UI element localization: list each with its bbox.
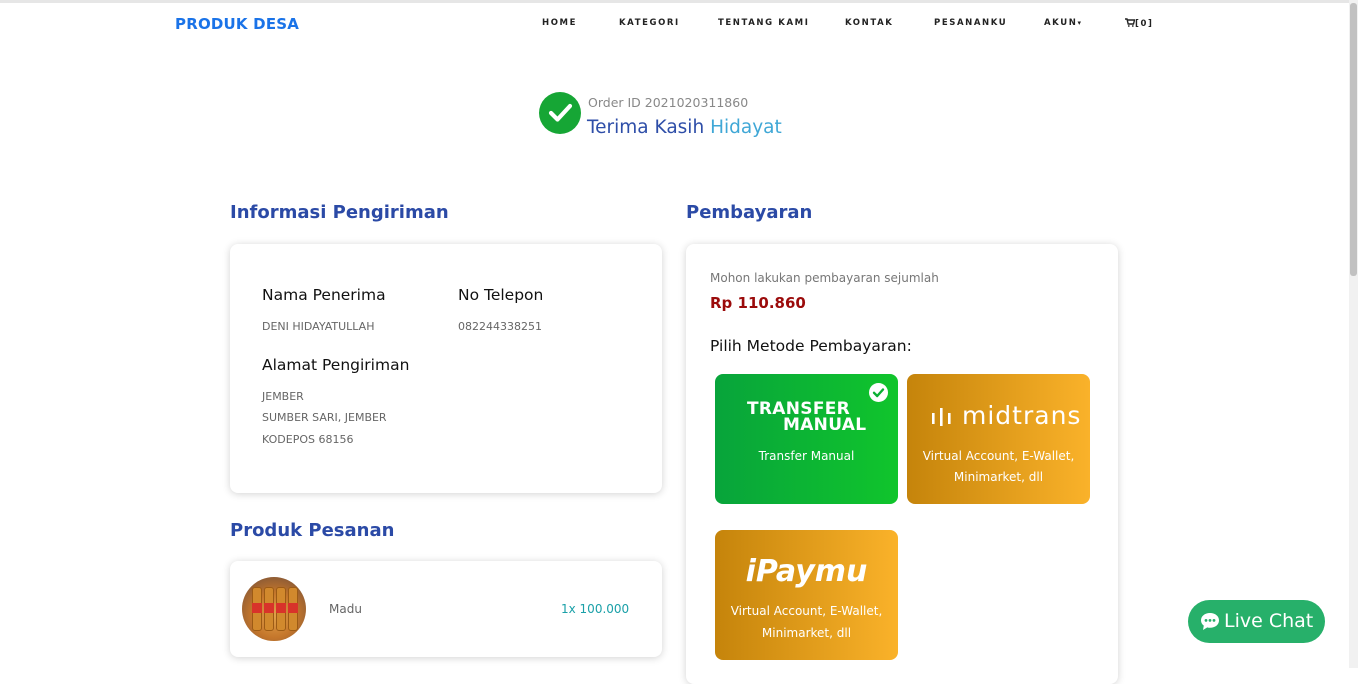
scrollbar[interactable] [1349, 0, 1358, 668]
caret-down-icon: ▾ [1077, 19, 1083, 27]
main-nav: HOME KATEGORI TENTANG KAMI KONTAK PESANA… [0, 18, 1358, 30]
method-desc: Minimarket, dll [761, 626, 852, 640]
midtrans-bars-icon [932, 408, 951, 426]
nav-cart[interactable]: [0] [1125, 18, 1153, 29]
method-desc: Virtual Account, E-Wallet, [730, 604, 883, 618]
scrollbar-thumb[interactable] [1350, 3, 1357, 276]
cart-icon [1125, 18, 1136, 27]
cart-count: [0] [1135, 19, 1154, 29]
order-id: Order ID 2021020311860 [588, 95, 749, 110]
method-desc: Minimarket, dll [953, 470, 1044, 484]
nav-akun[interactable]: AKUN▾ [1044, 18, 1083, 28]
address-line: JEMBER [262, 390, 304, 403]
live-chat-label: Live Chat [1224, 610, 1314, 632]
recipient-label: Nama Penerima [262, 286, 386, 304]
check-circle-icon [539, 92, 581, 134]
address-line: SUMBER SARI, JEMBER [262, 411, 387, 424]
nav-home[interactable]: HOME [542, 18, 577, 28]
method-transfer-manual[interactable]: TRANSFER MANUAL Transfer Manual [715, 374, 898, 504]
recipient-value: DENI HIDAYATULLAH [262, 320, 375, 333]
method-desc: Transfer Manual [758, 449, 855, 463]
chat-bubble-icon [1201, 613, 1219, 630]
product-image [242, 577, 306, 641]
shipping-section-title: Informasi Pengiriman [230, 202, 449, 223]
product-name: Madu [329, 602, 362, 616]
ipaymu-logo: iPaymu [745, 554, 868, 589]
nav-kategori[interactable]: KATEGORI [619, 18, 680, 28]
nav-kontak[interactable]: KONTAK [845, 18, 893, 28]
top-border [0, 0, 1358, 3]
selected-check-icon [869, 383, 888, 402]
midtrans-logo: midtrans [962, 401, 1082, 430]
nav-tentang-kami[interactable]: TENTANG KAMI [718, 18, 809, 28]
thanks-text: Terima Kasih [587, 117, 705, 138]
address-line: KODEPOS 68156 [262, 433, 354, 446]
payment-amount: Rp 110.860 [710, 294, 806, 312]
payment-note: Mohon lakukan pembayaran sejumlah [710, 271, 939, 285]
method-desc: Virtual Account, E-Wallet, [922, 449, 1075, 463]
phone-label: No Telepon [458, 286, 544, 304]
product-qty-price: 1x 100.000 [561, 602, 630, 616]
thank-you-heading: Terima Kasih Hidayat [587, 117, 782, 138]
address-label: Alamat Pengiriman [262, 356, 410, 374]
products-section-title: Produk Pesanan [230, 520, 395, 541]
nav-akun-label: AKUN [1044, 18, 1078, 28]
live-chat-button[interactable]: Live Chat [1188, 600, 1325, 643]
transfer-logo-line2: MANUAL [783, 415, 867, 435]
nav-pesananku[interactable]: PESANANKU [934, 18, 1007, 28]
method-ipaymu[interactable]: iPaymu Virtual Account, E-Wallet, Minima… [715, 530, 898, 660]
payment-section-title: Pembayaran [686, 202, 813, 223]
method-midtrans[interactable]: midtrans Virtual Account, E-Wallet, Mini… [907, 374, 1090, 504]
phone-value: 082244338251 [458, 320, 542, 333]
customer-name: Hidayat [710, 117, 782, 138]
payment-method-title: Pilih Metode Pembayaran: [710, 337, 912, 355]
